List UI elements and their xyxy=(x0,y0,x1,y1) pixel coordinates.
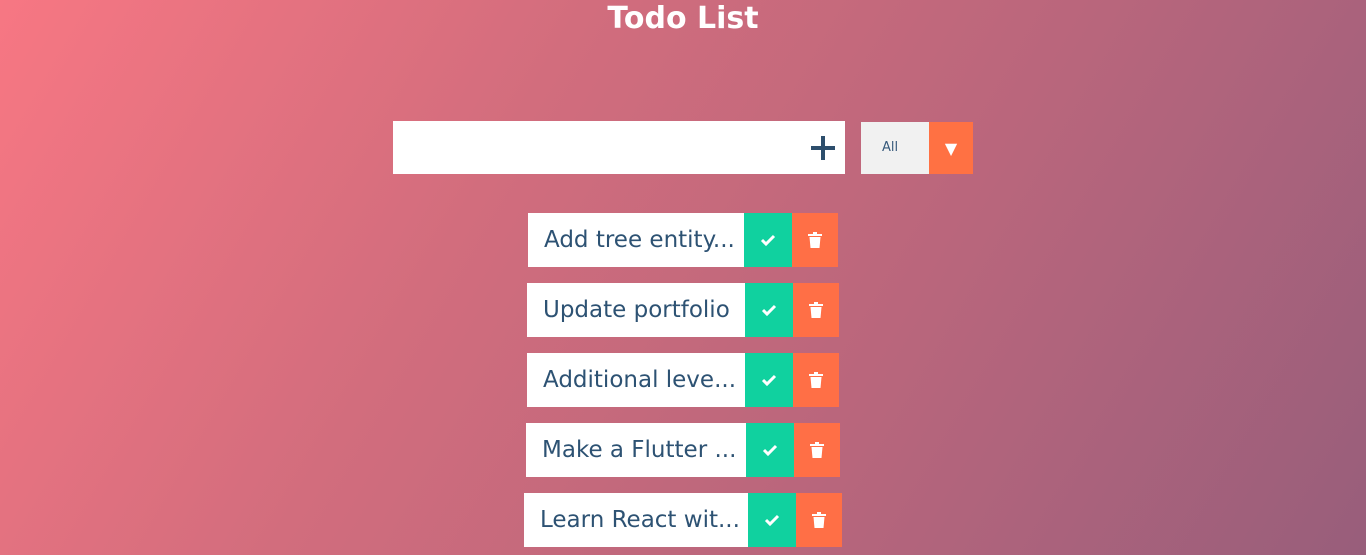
plus-icon xyxy=(811,135,835,160)
trash-icon xyxy=(812,512,826,528)
complete-button[interactable] xyxy=(746,423,794,477)
complete-button[interactable] xyxy=(745,353,793,407)
todo-item: Make a Flutter ... xyxy=(526,423,840,477)
todo-text: Learn React wit... xyxy=(524,493,748,547)
todo-text: Add tree entity... xyxy=(528,213,744,267)
filter-select[interactable]: All ▼ xyxy=(861,122,973,174)
check-icon xyxy=(762,444,778,457)
add-todo-form xyxy=(393,121,845,174)
todo-item: Update portfolio xyxy=(527,283,839,337)
caret-down-icon[interactable]: ▼ xyxy=(929,122,973,174)
check-icon xyxy=(761,304,777,317)
todo-item: Additional leve... xyxy=(527,353,839,407)
check-icon xyxy=(761,374,777,387)
trash-icon xyxy=(809,302,823,318)
check-icon xyxy=(760,234,776,247)
add-todo-button[interactable] xyxy=(801,121,845,174)
todo-text: Update portfolio xyxy=(527,283,745,337)
page-title: Todo List xyxy=(607,1,759,36)
todo-text: Make a Flutter ... xyxy=(526,423,746,477)
trash-icon xyxy=(809,372,823,388)
delete-button[interactable] xyxy=(792,213,838,267)
trash-icon xyxy=(808,232,822,248)
trash-icon xyxy=(810,442,824,458)
filter-selected-value[interactable]: All xyxy=(861,122,929,174)
delete-button[interactable] xyxy=(793,283,839,337)
todo-text: Additional leve... xyxy=(527,353,745,407)
complete-button[interactable] xyxy=(745,283,793,337)
todo-item: Add tree entity... xyxy=(528,213,838,267)
delete-button[interactable] xyxy=(793,353,839,407)
complete-button[interactable] xyxy=(748,493,796,547)
check-icon xyxy=(764,514,780,527)
delete-button[interactable] xyxy=(794,423,840,477)
todo-input[interactable] xyxy=(393,121,793,174)
todo-item: Learn React wit... xyxy=(524,493,842,547)
delete-button[interactable] xyxy=(796,493,842,547)
complete-button[interactable] xyxy=(744,213,792,267)
